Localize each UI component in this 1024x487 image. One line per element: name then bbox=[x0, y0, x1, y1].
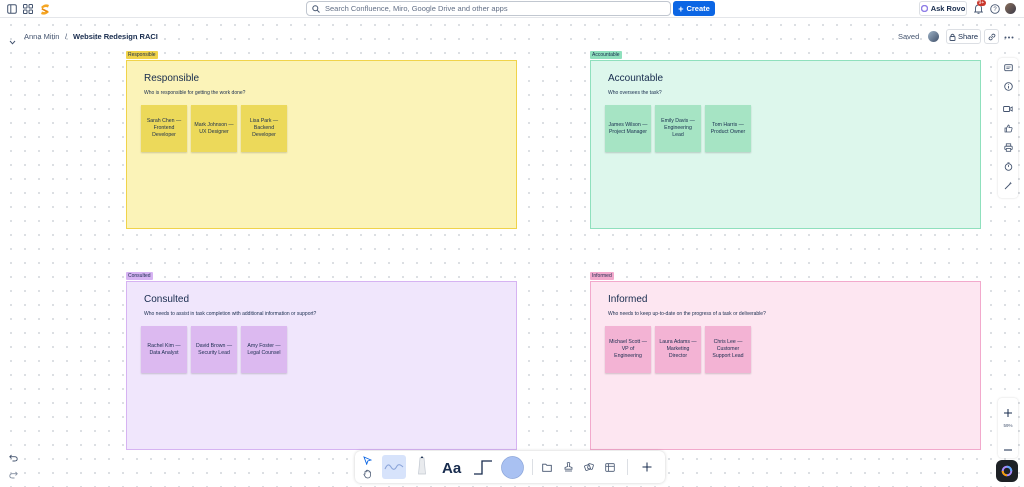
frame-question: Who needs to assist in task completion w… bbox=[144, 311, 317, 317]
sticky-note[interactable]: Rachel Kim — Data Analyst bbox=[141, 326, 187, 373]
breadcrumb-separator: / bbox=[65, 32, 68, 41]
add-more-tools-icon[interactable] bbox=[641, 461, 653, 473]
frame-tag-responsible[interactable]: Responsible bbox=[126, 51, 158, 59]
sticky-notes-group: Michael Scott — VP of Engineering Laura … bbox=[605, 326, 751, 373]
sticky-note[interactable]: Sarah Chen — Frontend Developer bbox=[141, 105, 187, 152]
right-side-rail bbox=[998, 58, 1018, 198]
help-icon[interactable]: ? bbox=[989, 3, 1001, 15]
zoom-in-icon[interactable] bbox=[1003, 405, 1013, 423]
svg-text:?: ? bbox=[993, 7, 997, 13]
frame-question: Who is responsible for getting the work … bbox=[144, 90, 246, 96]
pen-tool-icon[interactable] bbox=[382, 455, 406, 479]
frame-title: Informed bbox=[608, 294, 648, 305]
frame-tag-informed[interactable]: Informed bbox=[590, 272, 614, 280]
sticky-note[interactable]: Amy Foster — Legal Counsel bbox=[241, 326, 287, 373]
page-title[interactable]: Website Redesign RACI bbox=[73, 32, 158, 41]
frame-question: Who oversees the task? bbox=[608, 90, 662, 96]
ask-rovo-button[interactable]: Ask Rovo bbox=[919, 1, 967, 16]
toolbar-divider bbox=[627, 459, 628, 475]
comment-icon[interactable] bbox=[1002, 62, 1014, 74]
printer-icon[interactable] bbox=[1002, 141, 1014, 153]
frame-accountable[interactable]: Accountable Who oversees the task? James… bbox=[590, 60, 981, 229]
redo-icon[interactable] bbox=[9, 466, 18, 484]
sticky-note[interactable]: Mark Johnson — UX Designer bbox=[191, 105, 237, 152]
search-input[interactable] bbox=[325, 4, 655, 13]
sticky-notes-group: Sarah Chen — Frontend Developer Mark Joh… bbox=[141, 105, 287, 152]
info-icon[interactable] bbox=[1002, 80, 1014, 92]
more-actions-icon[interactable] bbox=[1002, 30, 1016, 44]
frame-tag-accountable[interactable]: Accountable bbox=[590, 51, 622, 59]
collaborator-avatar[interactable] bbox=[927, 30, 940, 43]
share-button-label: Share bbox=[957, 32, 978, 41]
creation-toolbar: Aa bbox=[355, 451, 665, 483]
search-icon bbox=[312, 4, 320, 13]
undo-icon[interactable] bbox=[9, 449, 18, 467]
rovo-chat-button[interactable] bbox=[996, 460, 1018, 482]
template-tool-icon[interactable] bbox=[583, 461, 595, 473]
sticky-note[interactable]: Tom Harris — Product Owner bbox=[705, 105, 751, 152]
zoom-controls: 59% bbox=[998, 398, 1018, 458]
table-tool-icon[interactable] bbox=[604, 461, 616, 473]
frame-responsible[interactable]: Responsible Who is responsible for getti… bbox=[126, 60, 517, 229]
frame-tag-consulted[interactable]: Consulted bbox=[126, 272, 153, 280]
toolbar-divider bbox=[532, 459, 533, 475]
sidebar-toggle-icon[interactable] bbox=[6, 3, 18, 15]
copy-link-button[interactable] bbox=[984, 29, 999, 44]
breadcrumb-parent-link[interactable]: Anna Mitin bbox=[24, 32, 62, 41]
text-tool-icon[interactable]: Aa bbox=[441, 456, 465, 478]
sticky-note[interactable]: Michael Scott — VP of Engineering bbox=[605, 326, 651, 373]
frame-question: Who needs to keep up-to-date on the prog… bbox=[608, 311, 766, 317]
magic-wand-icon[interactable] bbox=[1002, 179, 1014, 191]
ask-rovo-label: Ask Rovo bbox=[930, 4, 966, 13]
notification-count-badge: 9+ bbox=[977, 0, 986, 6]
sticky-note[interactable]: Laura Adams — Marketing Director bbox=[655, 326, 701, 373]
frame-title: Accountable bbox=[608, 73, 664, 84]
chevron-down-icon[interactable] bbox=[9, 33, 16, 51]
svg-text:Aa: Aa bbox=[442, 460, 462, 475]
marker-tool-icon[interactable] bbox=[413, 455, 431, 479]
sticky-notes-group: James Wilson — Project Manager Emily Dav… bbox=[605, 105, 751, 152]
user-avatar[interactable] bbox=[1005, 3, 1016, 14]
sticky-note[interactable]: David Brown — Security Lead bbox=[191, 326, 237, 373]
frame-tool-icon[interactable] bbox=[541, 461, 553, 473]
create-button[interactable]: + Create bbox=[673, 1, 715, 16]
stamp-tool-icon[interactable] bbox=[562, 461, 574, 473]
sticky-notes-group: Rachel Kim — Data Analyst David Brown — … bbox=[141, 326, 287, 373]
sticky-note[interactable]: Lisa Park — Backend Developer bbox=[241, 105, 287, 152]
global-search[interactable] bbox=[306, 1, 671, 16]
zoom-level[interactable]: 59% bbox=[998, 423, 1018, 428]
rovo-icon bbox=[920, 5, 928, 12]
frame-title: Responsible bbox=[144, 73, 200, 84]
like-icon[interactable] bbox=[1002, 122, 1014, 134]
create-button-label: Create bbox=[686, 4, 710, 13]
sticky-note[interactable]: James Wilson — Project Manager bbox=[605, 105, 651, 152]
saved-status: Saved bbox=[898, 32, 920, 41]
top-navigation-bar: + Create Ask Rovo 9+ ? bbox=[0, 0, 1024, 18]
shape-tool-icon[interactable] bbox=[500, 455, 524, 479]
sticky-note[interactable]: Chris Lee — Customer Support Lead bbox=[705, 326, 751, 373]
select-tool-icon[interactable] bbox=[361, 454, 373, 466]
hand-tool-icon[interactable] bbox=[361, 468, 373, 480]
connector-tool-icon[interactable] bbox=[471, 456, 495, 478]
share-button[interactable]: Share bbox=[946, 29, 981, 44]
frame-title: Consulted bbox=[144, 294, 190, 305]
frame-consulted[interactable]: Consulted Who needs to assist in task co… bbox=[126, 281, 517, 450]
link-icon bbox=[988, 33, 995, 40]
app-switcher-icon[interactable] bbox=[22, 3, 34, 15]
rovo-icon bbox=[1001, 465, 1013, 477]
confluence-logo-icon[interactable] bbox=[38, 2, 52, 16]
plus-icon: + bbox=[678, 3, 684, 14]
frame-informed[interactable]: Informed Who needs to keep up-to-date on… bbox=[590, 281, 981, 450]
timer-icon[interactable] bbox=[1002, 160, 1014, 172]
video-icon[interactable] bbox=[1002, 103, 1014, 115]
zoom-out-icon[interactable] bbox=[1003, 442, 1013, 460]
lock-icon bbox=[949, 33, 956, 41]
sticky-note[interactable]: Emily Davis — Engineering Lead bbox=[655, 105, 701, 152]
